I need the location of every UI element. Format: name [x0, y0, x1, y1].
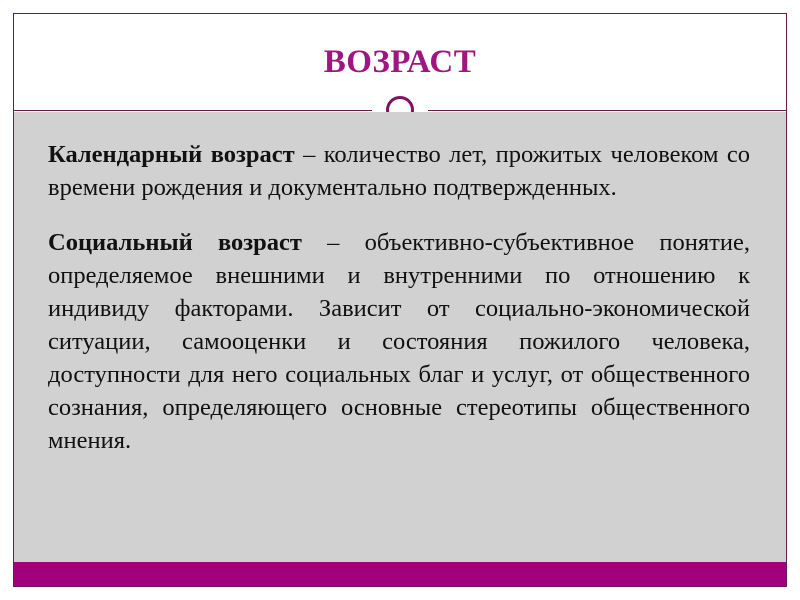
- footer-accent-band: [14, 562, 786, 586]
- page-title: ВОЗРАСТ: [323, 44, 477, 80]
- header-divider-right: [428, 110, 786, 111]
- definition-social-age: – объективно-субъективное понятие, опред…: [48, 229, 750, 454]
- header-divider-left: [14, 110, 372, 111]
- definition-paragraph-calendar-age: Календарный возраст – количество лет, пр…: [48, 138, 750, 204]
- term-social-age: Социальный возраст: [48, 229, 302, 256]
- term-calendar-age: Календарный возраст: [48, 141, 295, 168]
- definition-paragraph-social-age: Социальный возраст – объективно-субъекти…: [48, 226, 750, 457]
- slide-body: Календарный возраст – количество лет, пр…: [14, 112, 786, 562]
- presentation-slide: ВОЗРАСТ Календарный возраст – количество…: [0, 0, 800, 600]
